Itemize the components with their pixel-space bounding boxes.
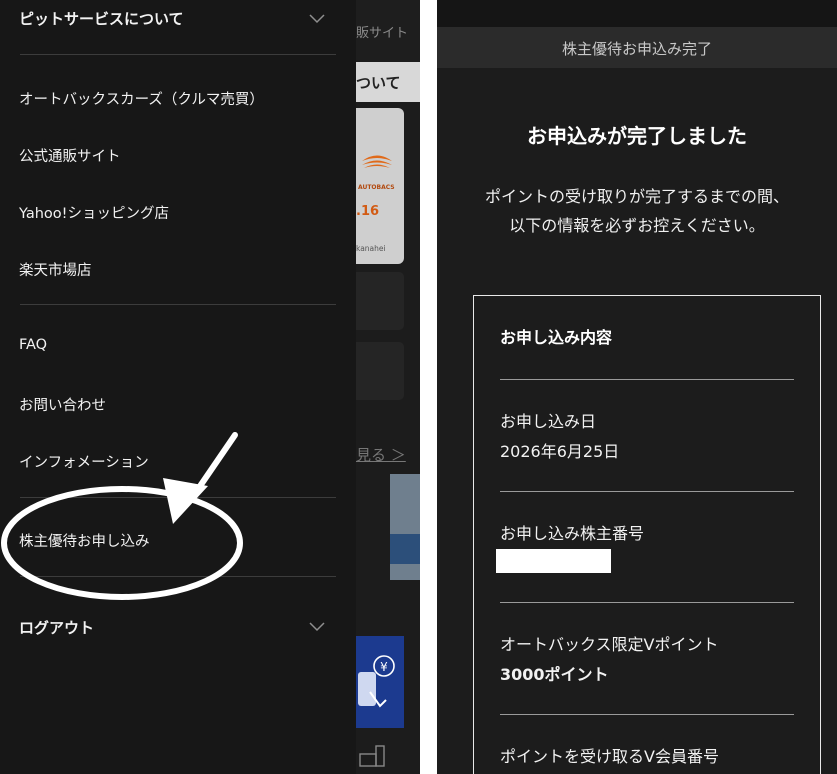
background-card-number: .16 [356,204,380,219]
chevron-down-icon[interactable] [308,620,326,632]
background-ad-banner: ¥ [356,636,404,728]
menu-item-rakuten-store[interactable]: 楽天市場店 [19,259,92,280]
page-header: 株主優待お申込み完了 [437,27,837,68]
menu-divider [20,304,336,305]
background-card-kana: kanahei [356,244,386,253]
details-box-title: お申し込み内容 [500,328,613,347]
right-screenshot: 株主優待お申込み完了 お申込みが完了しました ポイントの受け取りが完了するまでの… [437,0,837,774]
background-page: 販サイト ついて AUTOBACS .16 kanahei 見る ＞ ¥ [356,0,420,774]
menu-item-faq[interactable]: FAQ [19,337,47,353]
completion-description: ポイントの受け取りが完了するまでの間、 以下の情報を必ずお控えください。 [484,187,789,235]
menu-item-information[interactable]: インフォメーション [19,451,149,472]
shareholder-number-label: お申し込み株主番号 [500,524,645,543]
background-tab: ついて [356,62,420,102]
shareholder-number-redacted [496,549,611,573]
menu-item-shareholder-benefit[interactable]: 株主優待お申し込み [19,530,150,551]
point-phone-icon: ¥ [358,655,395,708]
background-campaign-card: AUTOBACS .16 kanahei [356,108,404,264]
background-more-link: 見る ＞ [356,446,406,464]
side-menu: ピットサービスについて オートバックスカーズ（クルマ売買） 公式通販サイト Ya… [0,0,356,774]
bottom-nav-icon [359,745,385,767]
background-block [356,272,404,330]
menu-section-label: ピットサービスについて [19,10,184,28]
details-divider [500,602,794,603]
left-screenshot: 販サイト ついて AUTOBACS .16 kanahei 見る ＞ ¥ ピット… [0,0,420,774]
status-area [437,0,837,27]
menu-item-yahoo-store[interactable]: Yahoo!ショッピング店 [19,202,169,223]
point-label: オートバックス限定Vポイント [500,635,719,654]
chevron-down-icon[interactable] [308,12,326,24]
details-divider [500,379,794,380]
background-tab-label: ついて [356,74,401,92]
v-member-number-label: ポイントを受け取るV会員番号 [500,747,719,766]
autobacs-logo-icon [362,155,392,168]
menu-logout-label: ログアウト [19,619,95,637]
details-divider [500,714,794,715]
menu-item-logout[interactable]: ログアウト [19,617,94,638]
menu-item-official-store[interactable]: 公式通販サイト [19,145,121,166]
svg-text:¥: ¥ [380,660,388,674]
background-card-logo-text: AUTOBACS [358,184,395,191]
page-header-title: 株主優待お申込み完了 [561,40,712,58]
menu-divider [20,497,336,498]
application-details-box: お申し込み内容 お申し込み日 2026年6月25日 お申し込み株主番号 オートバ… [473,295,821,774]
point-value: 3000ポイント [500,665,609,684]
menu-divider [20,54,336,55]
menu-divider [20,576,336,577]
background-photo [390,474,420,580]
menu-item-autobacs-cars[interactable]: オートバックスカーズ（クルマ売買） [19,88,264,109]
details-divider [500,491,794,492]
application-date-label: お申し込み日 [500,412,597,431]
page-title: お申込みが完了しました [527,124,747,148]
menu-item-contact[interactable]: お問い合わせ [19,394,106,415]
background-block [356,342,404,400]
application-date-value: 2026年6月25日 [500,442,620,461]
menu-section-pit-service[interactable]: ピットサービスについて [19,8,184,29]
background-site-link: 販サイト [356,26,409,41]
